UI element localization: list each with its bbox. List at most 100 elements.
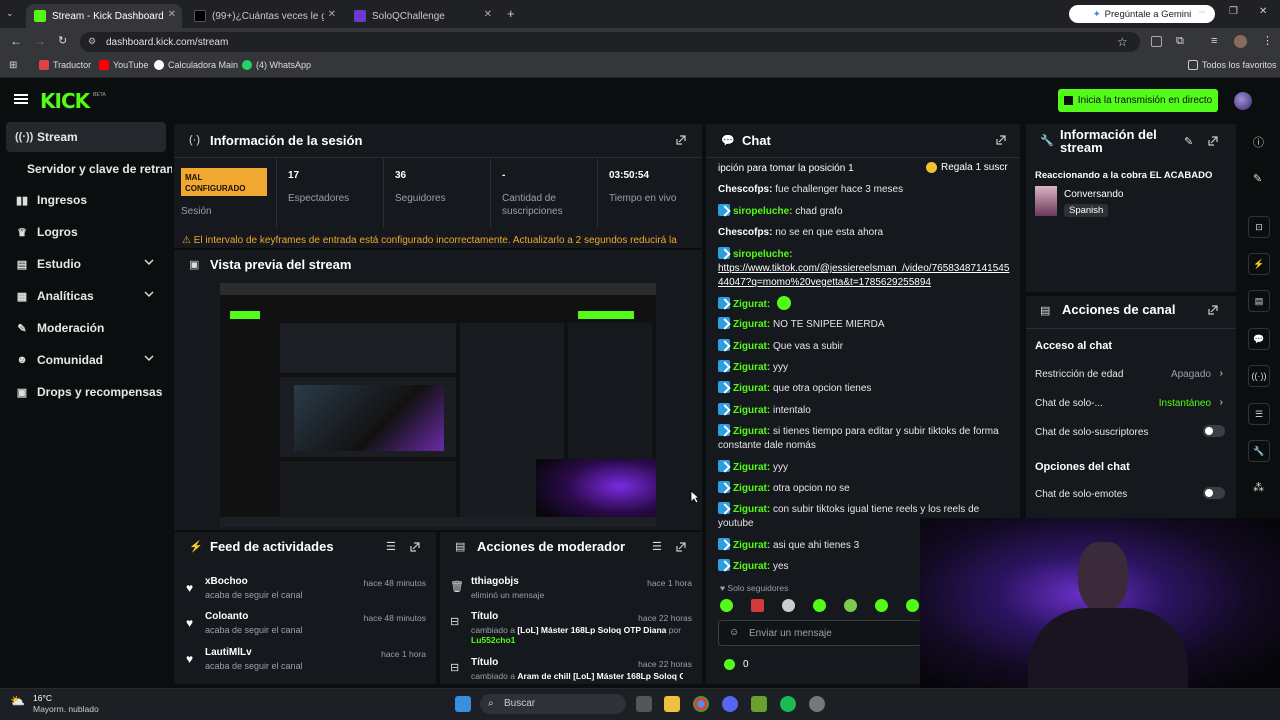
- task-view-icon[interactable]: [636, 696, 652, 712]
- action-user[interactable]: Lu552cho1: [471, 635, 515, 645]
- obs-icon[interactable]: [809, 696, 825, 712]
- chat-username[interactable]: Chescofps: [718, 184, 769, 195]
- tab-tiktok[interactable]: (99+)¿Cuántas veces le ganaste ✕: [186, 4, 342, 28]
- user-avatar[interactable]: [1234, 92, 1252, 110]
- chat-username[interactable]: Zigurat: [733, 462, 767, 473]
- sidebar-item-estudio[interactable]: ▤ Estudio: [6, 250, 166, 278]
- emote-icon[interactable]: [813, 599, 826, 612]
- chat-username[interactable]: Chescofps: [718, 227, 769, 238]
- quick-action-wrench-icon[interactable]: 🔧: [1248, 440, 1270, 462]
- edit-pencil-icon[interactable]: ✎: [1253, 172, 1262, 185]
- popout-icon[interactable]: [996, 135, 1006, 145]
- spotify-icon[interactable]: [780, 696, 796, 712]
- sidebar-item-logros[interactable]: ♛ Logros: [6, 218, 166, 246]
- age-restriction-row[interactable]: Restricción de edad Apagado ›: [1035, 368, 1225, 380]
- site-info-icon[interactable]: ⚙: [88, 36, 96, 47]
- popout-icon[interactable]: [410, 542, 420, 552]
- sidebar-item-server-key[interactable]: Servidor y clave de retransmisión: [27, 155, 172, 183]
- emote-icon[interactable]: [720, 599, 733, 612]
- chrome-icon[interactable]: [693, 696, 709, 712]
- maximize-button[interactable]: ❐: [1229, 6, 1238, 17]
- chat-username[interactable]: siropeluche: [733, 206, 789, 217]
- chat-username[interactable]: Zigurat: [733, 383, 767, 394]
- close-tab-icon[interactable]: ✕: [168, 9, 176, 20]
- sidebar-item-drops[interactable]: ▣ Drops y recompensas: [6, 378, 166, 406]
- filter-icon[interactable]: ☰: [652, 540, 662, 553]
- quick-action-document-icon[interactable]: ▤: [1248, 290, 1270, 312]
- discord-icon[interactable]: [722, 696, 738, 712]
- profile-icon[interactable]: [1234, 35, 1247, 48]
- bookmark-star-icon[interactable]: ☆: [1117, 35, 1128, 49]
- emote-icon[interactable]: [782, 599, 795, 612]
- bookmark-traductor[interactable]: Traductor: [39, 60, 91, 70]
- chat-username[interactable]: Zigurat: [733, 362, 767, 373]
- emote-icon[interactable]: [844, 599, 857, 612]
- emoji-icon[interactable]: ☺: [729, 627, 739, 638]
- kick-logo[interactable]: KICK: [40, 89, 90, 113]
- bookmark-calculadora[interactable]: Calculadora Main: [154, 60, 238, 70]
- sidebar-item-comunidad[interactable]: ☻ Comunidad: [6, 346, 166, 374]
- edit-pencil-icon[interactable]: ✎: [1184, 135, 1193, 148]
- windows-start-icon[interactable]: [455, 696, 471, 712]
- emotes-only-toggle[interactable]: [1203, 487, 1225, 499]
- sidebar-item-stream[interactable]: ((·)) Stream: [6, 122, 166, 152]
- forward-icon[interactable]: →: [34, 34, 46, 48]
- minimize-button[interactable]: –: [1199, 6, 1205, 18]
- close-window-button[interactable]: ✕: [1259, 6, 1267, 17]
- chat-username[interactable]: Zigurat: [733, 299, 767, 310]
- bookmark-whatsapp[interactable]: (4) WhatsApp: [242, 60, 311, 70]
- info-icon[interactable]: ⓘ: [1253, 134, 1264, 150]
- popout-icon[interactable]: [676, 542, 686, 552]
- popout-icon[interactable]: [1208, 136, 1218, 146]
- extensions-puzzle-icon[interactable]: ⧉: [1176, 35, 1184, 48]
- popout-icon[interactable]: [1208, 305, 1218, 315]
- popout-icon[interactable]: [676, 135, 686, 145]
- kicks-counter[interactable]: 0: [724, 659, 749, 670]
- quick-action-lightning-icon[interactable]: ⚡: [1248, 253, 1270, 275]
- apps-grid-icon[interactable]: ⊞: [9, 60, 17, 71]
- chat-username[interactable]: Zigurat: [733, 405, 767, 416]
- quick-action-list-icon[interactable]: ☰: [1248, 403, 1270, 425]
- tab-soloqchallenge[interactable]: SoloQChallenge ✕: [346, 4, 498, 28]
- gemini-button[interactable]: ✦ Pregúntale a Gemini: [1069, 5, 1215, 23]
- subscribers-only-toggle[interactable]: [1203, 425, 1225, 437]
- chat-link[interactable]: https://www.tiktok.com/@jessiereelsman_/…: [718, 263, 1009, 288]
- close-tab-icon[interactable]: ✕: [328, 9, 336, 20]
- app-icon[interactable]: [751, 696, 767, 712]
- sidebar-item-moderacion[interactable]: ✎ Moderación: [6, 314, 166, 342]
- address-bar[interactable]: [80, 32, 1140, 52]
- quick-action-broadcast-icon[interactable]: ((·)): [1248, 365, 1270, 387]
- sidebar-item-ingresos[interactable]: ▮▮ Ingresos: [6, 186, 166, 214]
- bookmark-youtube[interactable]: YouTube: [99, 60, 148, 70]
- gift-sub-button[interactable]: Regala 1 suscr: [926, 162, 1008, 173]
- tab-kick-dashboard[interactable]: Stream - Kick Dashboard ✕: [26, 4, 182, 28]
- chat-username[interactable]: Zigurat: [733, 561, 767, 572]
- feed-user[interactable]: LautiMlLv: [205, 647, 252, 658]
- file-explorer-icon[interactable]: [664, 696, 680, 712]
- quick-action-chat-icon[interactable]: 💬: [1248, 328, 1270, 350]
- media-icon[interactable]: ≡: [1211, 35, 1217, 47]
- stream-preview-video[interactable]: [220, 283, 656, 527]
- weather-temp[interactable]: 16°C: [33, 693, 52, 703]
- all-bookmarks[interactable]: Todos los favoritos: [1188, 60, 1277, 70]
- feed-user[interactable]: xBochoo: [205, 576, 248, 587]
- chat-username[interactable]: Zigurat: [733, 426, 767, 437]
- close-tab-icon[interactable]: ✕: [484, 9, 492, 20]
- feed-user[interactable]: Coloanto: [205, 611, 248, 622]
- chat-input[interactable]: ☺ Enviar un mensaje: [718, 620, 922, 646]
- filter-icon[interactable]: ☰: [386, 540, 396, 553]
- quick-action-target-icon[interactable]: ⊡: [1248, 216, 1270, 238]
- chat-username[interactable]: Zigurat: [733, 319, 767, 330]
- category-name[interactable]: Conversando: [1064, 189, 1123, 200]
- emote-icon[interactable]: [906, 599, 919, 612]
- sidebar-item-analiticas[interactable]: ▦ Analíticas: [6, 282, 166, 310]
- chat-username[interactable]: siropeluche: [733, 249, 789, 260]
- chat-username[interactable]: Zigurat: [733, 504, 767, 515]
- emote-icon[interactable]: [751, 599, 764, 612]
- share-icon[interactable]: ⁂: [1253, 481, 1264, 494]
- emote-icon[interactable]: [875, 599, 888, 612]
- extension-icon[interactable]: [1151, 36, 1162, 47]
- go-live-button[interactable]: Inicia la transmisión en directo: [1058, 89, 1218, 112]
- browser-menu-icon[interactable]: ⋮: [1262, 34, 1273, 47]
- mod-user[interactable]: tthiagobjs: [471, 576, 519, 587]
